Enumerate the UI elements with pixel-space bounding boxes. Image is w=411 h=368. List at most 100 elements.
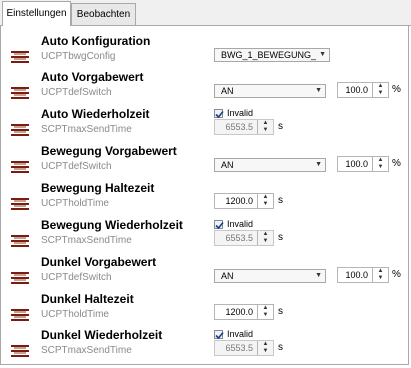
spinbox-value: 6553.5	[225, 343, 253, 353]
unit-label: s	[278, 232, 283, 243]
dropdown-value: AN	[221, 86, 234, 96]
property-subtitle: UCPTdefSwitch	[41, 161, 112, 172]
property-row: Bewegung Haltezeit UCPTholdTime 1200.0 ▲…	[1, 181, 408, 221]
spin-up-icon[interactable]: ▲	[373, 157, 388, 164]
property-row: Dunkel Vorgabewert UCPTdefSwitch AN ▼ 10…	[1, 255, 408, 295]
property-title: Bewegung Haltezeit	[41, 181, 155, 195]
invalid-checkbox[interactable]	[214, 109, 224, 119]
property-title: Dunkel Vorgabewert	[41, 255, 157, 269]
property-row: Bewegung Vorgabewert UCPTdefSwitch AN ▼ …	[1, 144, 408, 184]
property-subtitle: UCPTbwgConfig	[41, 51, 116, 62]
spin-up-icon[interactable]: ▲	[258, 305, 273, 312]
settings-panel: Auto Konfiguration UCPTbwgConfig BWG_1_B…	[0, 26, 409, 365]
property-row: Dunkel Haltezeit UCPTholdTime 1200.0 ▲ ▼ …	[1, 292, 408, 332]
spinbox-value: 100.0	[345, 270, 368, 280]
spin-down-icon[interactable]: ▼	[258, 127, 273, 134]
spin-up-icon[interactable]: ▲	[258, 120, 273, 127]
property-row: Auto Vorgabewert UCPTdefSwitch AN ▼ 100.…	[1, 70, 408, 110]
spinbox-value: 1200.0	[225, 196, 253, 206]
dropdown-value: BWG_1_BEWEGUNG_	[221, 50, 317, 60]
spin-down-icon[interactable]: ▼	[258, 238, 273, 245]
property-row: Auto Konfiguration UCPTbwgConfig BWG_1_B…	[1, 34, 408, 74]
property-title: Bewegung Wiederholzeit	[41, 218, 183, 232]
spin-up-icon[interactable]: ▲	[258, 341, 273, 348]
spin-down-icon[interactable]: ▼	[258, 201, 273, 208]
property-icon	[11, 51, 29, 63]
spin-down-icon[interactable]: ▼	[258, 348, 273, 355]
invalid-checkbox[interactable]	[214, 220, 224, 230]
unit-label: s	[278, 342, 283, 353]
property-icon	[11, 124, 29, 136]
dropdown-value: AN	[221, 271, 234, 281]
property-icon	[11, 309, 29, 321]
spin-buttons[interactable]: ▲ ▼	[257, 305, 273, 319]
spin-up-icon[interactable]: ▲	[258, 231, 273, 238]
property-subtitle: UCPTholdTime	[41, 309, 109, 320]
value-spinbox[interactable]: 100.0 ▲ ▼	[337, 267, 389, 283]
property-icon	[11, 345, 29, 357]
checkbox-label: Invalid	[227, 108, 254, 118]
value-spinbox[interactable]: 1200.0 ▲ ▼	[214, 193, 274, 209]
checkbox-label: Invalid	[227, 219, 254, 229]
checkbox-label: Invalid	[227, 329, 254, 339]
value-spinbox[interactable]: 100.0 ▲ ▼	[337, 82, 389, 98]
unit-label: %	[392, 269, 401, 280]
unit-label: %	[392, 84, 401, 95]
property-title: Auto Konfiguration	[41, 34, 151, 48]
switch-dropdown[interactable]: AN ▼	[214, 158, 326, 172]
spin-buttons[interactable]: ▲ ▼	[372, 268, 388, 282]
value-spinbox[interactable]: 6553.5 ▲ ▼	[214, 340, 274, 356]
spin-down-icon[interactable]: ▼	[258, 312, 273, 319]
chevron-down-icon: ▼	[315, 272, 322, 279]
value-spinbox[interactable]: 100.0 ▲ ▼	[337, 156, 389, 172]
property-subtitle: SCPTmaxSendTime	[41, 345, 132, 356]
spin-down-icon[interactable]: ▼	[373, 164, 388, 171]
value-spinbox[interactable]: 6553.5 ▲ ▼	[214, 119, 274, 135]
config-dropdown[interactable]: BWG_1_BEWEGUNG_ ▼	[214, 48, 330, 62]
tab-bar: Einstellungen Beobachten	[0, 0, 411, 26]
spin-up-icon[interactable]: ▲	[373, 83, 388, 90]
chevron-down-icon: ▼	[315, 87, 322, 94]
property-row: Dunkel Wiederholzeit SCPTmaxSendTime Inv…	[1, 328, 408, 368]
spinbox-value: 1200.0	[225, 307, 253, 317]
property-subtitle: UCPTdefSwitch	[41, 272, 112, 283]
switch-dropdown[interactable]: AN ▼	[214, 84, 326, 98]
unit-label: s	[278, 121, 283, 132]
value-spinbox[interactable]: 6553.5 ▲ ▼	[214, 230, 274, 246]
spin-down-icon[interactable]: ▼	[373, 275, 388, 282]
value-spinbox[interactable]: 1200.0 ▲ ▼	[214, 304, 274, 320]
spin-buttons[interactable]: ▲ ▼	[257, 120, 273, 134]
property-icon	[11, 87, 29, 99]
property-subtitle: UCPTdefSwitch	[41, 87, 112, 98]
unit-label: %	[392, 158, 401, 169]
property-title: Dunkel Wiederholzeit	[41, 328, 163, 342]
spin-up-icon[interactable]: ▲	[258, 194, 273, 201]
property-icon	[11, 235, 29, 247]
tab-einstellungen[interactable]: Einstellungen	[2, 1, 71, 26]
property-icon	[11, 272, 29, 284]
property-subtitle: SCPTmaxSendTime	[41, 124, 132, 135]
spinbox-value: 6553.5	[225, 233, 253, 243]
tab-beobachten[interactable]: Beobachten	[71, 3, 136, 25]
spin-buttons[interactable]: ▲ ▼	[372, 157, 388, 171]
property-row: Bewegung Wiederholzeit SCPTmaxSendTime I…	[1, 218, 408, 258]
invalid-checkbox[interactable]	[214, 330, 224, 340]
spin-buttons[interactable]: ▲ ▼	[257, 231, 273, 245]
spinbox-value: 100.0	[345, 159, 368, 169]
property-title: Auto Wiederholzeit	[41, 107, 150, 121]
switch-dropdown[interactable]: AN ▼	[214, 269, 326, 283]
spin-buttons[interactable]: ▲ ▼	[257, 341, 273, 355]
property-title: Bewegung Vorgabewert	[41, 144, 177, 158]
dropdown-value: AN	[221, 160, 234, 170]
property-icon	[11, 198, 29, 210]
property-subtitle: UCPTholdTime	[41, 198, 109, 209]
spin-up-icon[interactable]: ▲	[373, 268, 388, 275]
spin-buttons[interactable]: ▲ ▼	[372, 83, 388, 97]
property-row: Auto Wiederholzeit SCPTmaxSendTime Inval…	[1, 107, 408, 147]
property-title: Dunkel Haltezeit	[41, 292, 134, 306]
unit-label: s	[278, 195, 283, 206]
chevron-down-icon: ▼	[315, 161, 322, 168]
chevron-down-icon: ▼	[319, 51, 326, 58]
spin-down-icon[interactable]: ▼	[373, 90, 388, 97]
spin-buttons[interactable]: ▲ ▼	[257, 194, 273, 208]
